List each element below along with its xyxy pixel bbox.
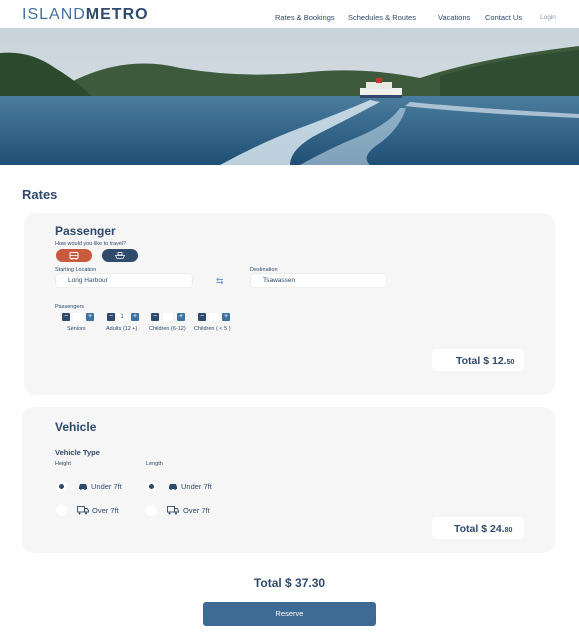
children-6-12-count[interactable] — [163, 313, 173, 321]
passenger-total: Total $ 12.50 — [456, 355, 514, 367]
adults-increment-button[interactable]: + — [131, 313, 139, 321]
length-label: Length — [146, 461, 163, 467]
bus-mode-button[interactable] — [56, 249, 92, 262]
children-6-12-increment-button[interactable]: + — [177, 313, 185, 321]
length-over-7ft-label: Over 7ft — [183, 506, 210, 515]
passenger-total-box: Total $ 12.50 — [432, 349, 524, 371]
adults-label: Adults (12 +) — [106, 326, 138, 332]
truck-icon — [77, 506, 89, 515]
nav-vacations[interactable]: Vacations — [438, 13, 470, 22]
length-over-7ft-radio[interactable] — [146, 505, 157, 516]
passengers-label: Passengers — [55, 304, 85, 310]
vehicle-total: Total $ 24.80 — [454, 523, 512, 535]
truck-icon — [167, 506, 179, 515]
children-6-12-decrement-button[interactable]: − — [151, 313, 159, 321]
height-label: Height — [55, 461, 71, 467]
height-over-7ft-label: Over 7ft — [92, 506, 119, 515]
nav-rates-bookings[interactable]: Rates & Bookings — [275, 13, 335, 22]
logo-part1: ISLAND — [22, 6, 86, 23]
children-6-12-label: Children (6-12) — [149, 326, 186, 332]
login-link[interactable]: Login — [540, 14, 556, 21]
nav-schedules-routes[interactable]: Schedules & Routes — [348, 13, 416, 22]
height-over-7ft-radio[interactable] — [56, 505, 67, 516]
height-under-7ft-label: Under 7ft — [91, 482, 122, 491]
vehicle-title: Vehicle — [55, 420, 97, 434]
children-under-5-label: Children ( < 5 ) — [194, 326, 231, 332]
swap-locations-icon[interactable]: ⇆ — [216, 276, 224, 287]
vehicle-total-box: Total $ 24.80 — [432, 517, 524, 539]
adults-decrement-button[interactable]: − — [107, 313, 115, 321]
adults-count[interactable]: 1 — [117, 313, 127, 321]
page-title: Rates — [22, 187, 58, 202]
seniors-count[interactable] — [73, 313, 83, 321]
vehicle-type-label: Vehicle Type — [55, 448, 100, 457]
ferry-icon — [115, 252, 125, 259]
site-header: ISLANDMETRO Rates & Bookings Schedules &… — [0, 0, 579, 28]
grand-total: Total $ 37.30 — [253, 576, 326, 590]
destination-label: Destination — [250, 267, 278, 273]
children-under-5-decrement-button[interactable]: − — [198, 313, 206, 321]
bus-icon — [69, 252, 79, 260]
seniors-decrement-button[interactable]: − — [62, 313, 70, 321]
children-under-5-count[interactable] — [209, 313, 219, 321]
passenger-total-main: Total $ 12. — [456, 355, 507, 367]
nav-contact-us[interactable]: Contact Us — [485, 13, 522, 22]
passenger-title: Passenger — [55, 224, 116, 238]
vehicle-total-main: Total $ 24. — [454, 523, 505, 535]
passenger-total-cents: 50 — [506, 359, 515, 366]
car-icon — [79, 484, 87, 490]
reserve-button[interactable]: Reserve — [203, 602, 376, 626]
height-under-7ft-radio[interactable] — [56, 481, 67, 492]
length-under-7ft-label: Under 7ft — [181, 482, 212, 491]
starting-location-input[interactable]: Long Harbour — [56, 274, 192, 287]
starting-location-label: Starting Location — [55, 267, 97, 273]
hero-image — [0, 28, 579, 165]
vehicle-total-cents: 80 — [504, 527, 513, 534]
ferry-mode-button[interactable] — [102, 249, 138, 262]
logo[interactable]: ISLANDMETRO — [22, 7, 149, 23]
travel-question: How would you like to travel? — [55, 241, 127, 247]
seniors-label: Seniors — [67, 326, 86, 332]
seniors-increment-button[interactable]: + — [86, 313, 94, 321]
destination-input[interactable]: Tsawassen — [251, 274, 386, 287]
car-icon — [169, 484, 177, 490]
logo-part2: METRO — [85, 6, 149, 23]
children-under-5-increment-button[interactable]: + — [222, 313, 230, 321]
length-under-7ft-radio[interactable] — [146, 481, 157, 492]
